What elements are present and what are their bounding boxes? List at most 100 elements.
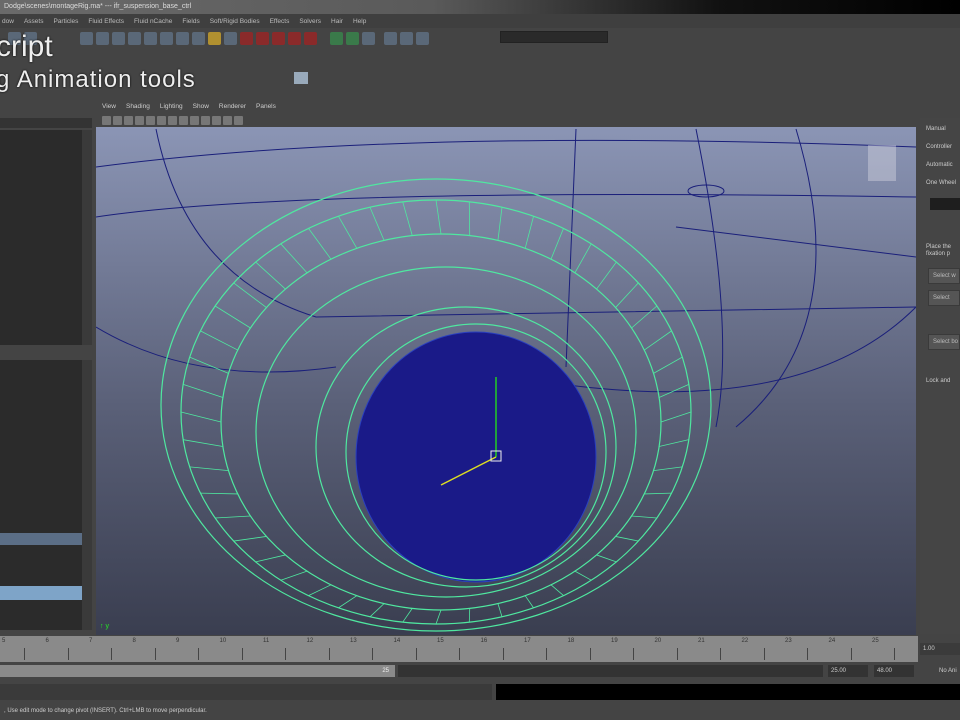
tab-controller[interactable]: Controller xyxy=(926,144,952,151)
tab-automatic[interactable]: Automatic xyxy=(926,162,953,169)
viewport-menu-show[interactable]: Show xyxy=(193,103,209,110)
outliner-header xyxy=(0,118,92,128)
tread-line xyxy=(308,228,332,260)
render-icon[interactable] xyxy=(362,31,375,45)
quick-input-field[interactable] xyxy=(500,31,608,43)
timeline-tick xyxy=(67,648,69,660)
grid-icon[interactable] xyxy=(135,115,144,125)
menu-assets[interactable]: Assets xyxy=(24,18,44,25)
select-icon[interactable] xyxy=(96,31,109,45)
shaded-icon[interactable] xyxy=(157,115,166,125)
viewport-menu-shading[interactable]: Shading xyxy=(126,103,150,110)
current-frame-field[interactable]: 1.00 xyxy=(920,643,960,655)
timeline-tick-label: 10 xyxy=(219,638,227,644)
view-cube[interactable] xyxy=(868,145,896,181)
scrollbar[interactable] xyxy=(82,360,92,630)
menu-solvers[interactable]: Solvers xyxy=(299,18,321,25)
timeline-tick xyxy=(763,648,765,660)
texture-icon[interactable] xyxy=(168,115,177,125)
menu-help[interactable]: Help xyxy=(353,18,366,25)
resolution-icon[interactable] xyxy=(223,115,232,125)
viewport-menu-lighting[interactable]: Lighting xyxy=(160,103,183,110)
select-wheel-button[interactable]: Select w xyxy=(928,268,960,284)
outliner-list[interactable] xyxy=(0,130,82,345)
selected-list-item[interactable] xyxy=(0,533,82,545)
history-icon[interactable] xyxy=(330,31,343,45)
timeline-tick xyxy=(111,648,112,660)
shelf-icon[interactable] xyxy=(294,72,308,84)
snap-icon[interactable] xyxy=(256,31,269,45)
timeline-tick xyxy=(415,648,417,660)
history-icon[interactable] xyxy=(346,31,359,45)
menu-window[interactable]: dow xyxy=(2,18,14,25)
snap-icon[interactable] xyxy=(240,31,253,45)
timeline-tick xyxy=(633,648,634,660)
camera-icon[interactable] xyxy=(124,115,133,125)
timeline-tick xyxy=(285,648,286,660)
anim-layer-label: No Ani xyxy=(936,665,960,677)
timeline-tick xyxy=(198,648,199,660)
magnet-icon[interactable] xyxy=(304,31,317,45)
menu-fields[interactable]: Fields xyxy=(182,18,199,25)
tab-manual[interactable]: Manual xyxy=(926,126,946,133)
timeline-tick xyxy=(894,648,895,660)
timeline-tick-label: 8 xyxy=(132,638,136,644)
timeline-tick-label: 22 xyxy=(741,638,749,644)
menu-fluid-effects[interactable]: Fluid Effects xyxy=(88,18,124,25)
gate-icon[interactable] xyxy=(234,115,243,125)
snap-icon[interactable] xyxy=(272,31,285,45)
tread-line xyxy=(180,411,222,423)
viewport-menu-panels[interactable]: Panels xyxy=(256,103,276,110)
viewport-menu-renderer[interactable]: Renderer xyxy=(219,103,246,110)
select-icon[interactable] xyxy=(112,31,125,45)
command-line-input[interactable] xyxy=(0,684,492,700)
wireframe-icon[interactable] xyxy=(146,115,155,125)
select-icon[interactable] xyxy=(176,31,189,45)
viewport-menu-view[interactable]: View xyxy=(102,103,116,110)
select-icon[interactable] xyxy=(128,31,141,45)
render-icon[interactable] xyxy=(416,31,429,45)
tread-line xyxy=(644,330,672,351)
menu-fluid-ncache[interactable]: Fluid nCache xyxy=(134,18,172,25)
snap-icon[interactable] xyxy=(288,31,301,45)
camera-icon[interactable] xyxy=(102,115,111,125)
lock-label[interactable]: Lock and xyxy=(926,378,950,385)
tread-line xyxy=(653,356,683,374)
timeline-tick-label: 23 xyxy=(785,638,792,644)
select-body-button[interactable]: Select bo xyxy=(928,334,960,350)
help-line: , Use edit mode to change pivot (INSERT)… xyxy=(0,703,960,720)
select-button[interactable]: Select xyxy=(928,290,960,306)
range-start-field[interactable]: 25.00 xyxy=(828,665,868,677)
timeline-tick xyxy=(241,648,243,660)
select-icon[interactable] xyxy=(160,31,173,45)
scrollbar[interactable] xyxy=(82,130,92,345)
select-icon[interactable] xyxy=(80,31,93,45)
menu-particles[interactable]: Particles xyxy=(53,18,78,25)
tool-icon[interactable] xyxy=(224,31,237,45)
range-slider-track[interactable] xyxy=(398,665,823,677)
timeline-tick-label: 17 xyxy=(524,638,531,644)
xray-icon[interactable] xyxy=(212,115,221,125)
render-icon[interactable] xyxy=(384,31,397,45)
shadow-icon[interactable] xyxy=(190,115,199,125)
3d-viewport[interactable]: ↑ y xyxy=(96,127,916,635)
isolate-icon[interactable] xyxy=(201,115,210,125)
menu-effects[interactable]: Effects xyxy=(270,18,290,25)
timeline-tick xyxy=(24,648,25,660)
tread-line xyxy=(215,515,251,519)
lock-icon[interactable] xyxy=(208,31,221,45)
tread-line xyxy=(233,536,267,542)
select-icon[interactable] xyxy=(144,31,157,45)
light-icon[interactable] xyxy=(179,115,188,125)
time-slider[interactable]: 5 6 7 8 9 10 11 12 13 14 15 16 17 18 19 20 21 22 23 24 25 xyxy=(0,636,918,662)
menu-soft-rigid-bodies[interactable]: Soft/Rigid Bodies xyxy=(210,18,260,25)
range-end-field[interactable]: 48.00 xyxy=(874,665,914,677)
menu-hair[interactable]: Hair xyxy=(331,18,343,25)
selected-list-item[interactable] xyxy=(0,586,82,600)
render-icon[interactable] xyxy=(400,31,413,45)
name-field[interactable] xyxy=(930,198,960,210)
help-icon[interactable] xyxy=(192,31,205,45)
range-slider[interactable]: 25 xyxy=(0,665,395,677)
tread-line xyxy=(644,492,672,495)
camera-icon[interactable] xyxy=(113,115,122,125)
